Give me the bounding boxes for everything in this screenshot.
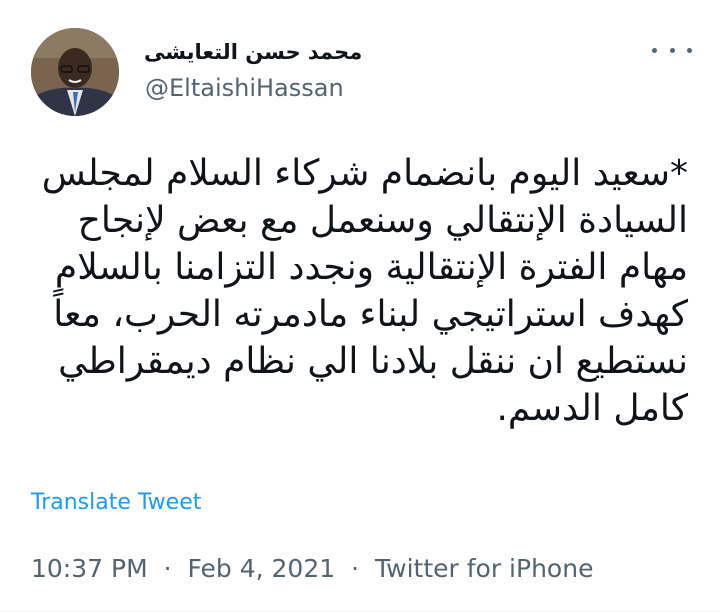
author-handle[interactable]: @EltaishiHassan [145,74,344,102]
more-horizontal-icon [687,47,692,53]
tweet-text-line: كهدف استراتيجي لبناء مادمرته الحرب، معاً [53,294,688,335]
separator: · [351,554,360,583]
tweet-text-line: مهام الفترة الإنتقالية ونجدد التزامنا با… [54,247,688,288]
tweet-text-line: نستطيع ان ننقل بلادنا الي نظام ديمقراطي [58,341,688,382]
more-horizontal-icon [652,47,657,53]
tweet-time[interactable]: 10:37 PM [31,554,148,583]
separator: · [163,554,172,583]
tweet-text-line: السيادة الإنتقالي وسنعمل مع بعض لإنجاح [77,200,688,241]
tweet-source[interactable]: Twitter for iPhone [375,554,593,583]
tweet-metadata: 10:37 PM · Feb 4, 2021 · Twitter for iPh… [31,554,593,583]
author-display-name[interactable]: محمد حسن التعايشى [144,40,364,64]
avatar[interactable] [31,28,119,116]
translate-tweet-link[interactable]: Translate Tweet [31,490,201,515]
tweet-text: *سعيد اليوم بانضمام شركاء السلام لمجلس ا… [38,150,688,432]
tweet-text-line: كامل الدسم. [496,388,688,429]
more-options-button[interactable] [652,40,692,60]
tweet-card: محمد حسن التعايشى @EltaishiHassan *سعيد … [0,0,720,612]
tweet-text-line: *سعيد اليوم بانضمام شركاء السلام لمجلس [41,153,688,194]
more-horizontal-icon [669,47,675,53]
tweet-date[interactable]: Feb 4, 2021 [188,554,336,583]
